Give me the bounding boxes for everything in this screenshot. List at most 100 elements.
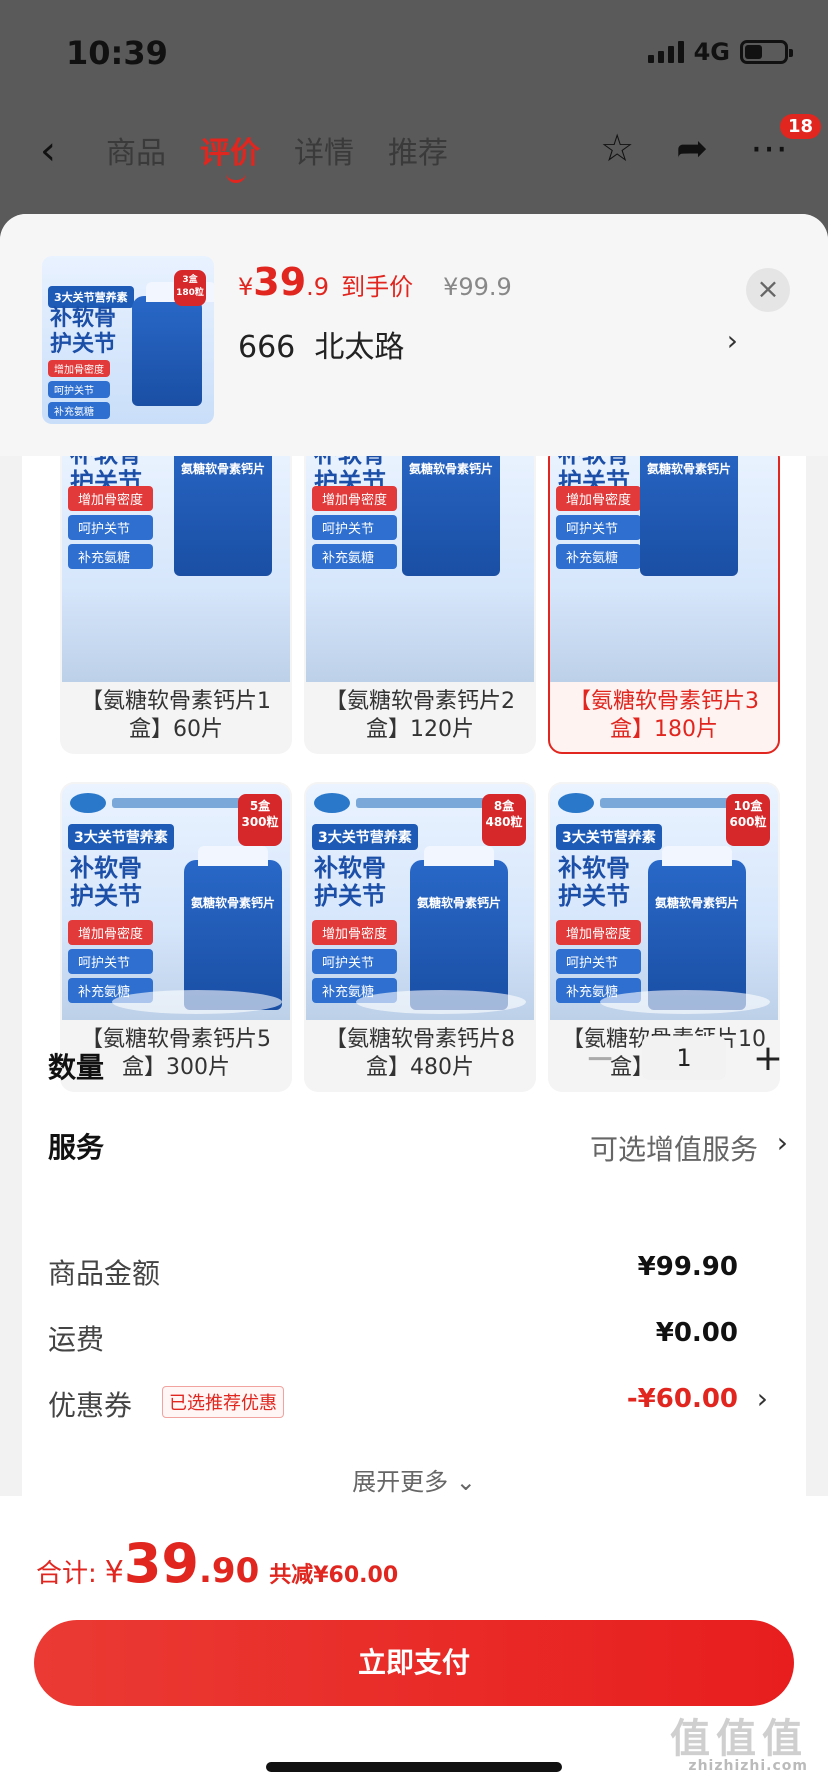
headline-text: 补软骨 护关节	[50, 306, 117, 357]
shipping-value: ¥0.00	[655, 1318, 738, 1348]
signal-icon	[647, 41, 684, 63]
total-integer: 39	[123, 1532, 200, 1595]
nutrient-tag: 3大关节营养素	[68, 824, 174, 850]
sku-image: 补软骨 护关节 增加骨密度 呵护关节 补充氨糖 氨糖软骨素钙片	[550, 446, 778, 682]
price-decimal: .9	[306, 273, 330, 301]
nav-actions: ☆ ➦ ⋯ 18	[600, 114, 822, 170]
service-value: 可选增值服务	[589, 1133, 758, 1166]
coupon-label: 优惠券	[48, 1389, 133, 1422]
nutrient-tag: 3大关节营养素	[556, 824, 662, 850]
nav-tabs: 商品 评价 详情 推荐	[106, 128, 448, 183]
tab-goods[interactable]: 商品	[106, 128, 166, 172]
order-summary: 商品金额 ¥99.90 运费 ¥0.00 优惠券 已选推荐优惠 -¥60.00 …	[22, 1224, 806, 1524]
pill: 呵护关节	[68, 515, 154, 540]
pill: 增加骨密度	[312, 920, 398, 945]
quantity-badge: 8盒 480粒	[482, 794, 526, 846]
status-indicators: 4G	[647, 38, 793, 66]
quantity-label: 数量	[48, 1051, 105, 1084]
sku-option[interactable]: 补软骨 护关节 增加骨密度 呵护关节 补充氨糖 氨糖软骨素钙片 【氨糖软骨素钙片1…	[60, 444, 292, 754]
quantity-stepper: − 1 +	[580, 1036, 788, 1080]
pill: 呵护关节	[68, 949, 154, 974]
increase-button[interactable]: +	[748, 1038, 788, 1079]
quantity-row: 数量 − 1 +	[48, 1036, 788, 1096]
sku-name: 【氨糖软骨素钙片1盒】60片	[81, 689, 271, 742]
total-price: 合计: ¥ 39 .90 共减¥60.00	[36, 1532, 398, 1595]
original-price: ¥99.9	[443, 273, 512, 301]
headline-text: 补软骨 护关节	[314, 854, 386, 910]
bottle-image: 氨糖软骨素钙片	[648, 846, 746, 1010]
notification-badge: 18	[780, 114, 822, 139]
total-decimal: .90	[199, 1551, 260, 1591]
quantity-input[interactable]: 1	[642, 1036, 726, 1080]
sku-image: 补软骨 护关节 增加骨密度 呵护关节 补充氨糖 氨糖软骨素钙片	[306, 446, 534, 682]
goods-amount-label: 商品金额	[48, 1257, 161, 1290]
pill: 增加骨密度	[48, 360, 110, 377]
tab-details[interactable]: 详情	[294, 128, 354, 172]
pill: 增加骨密度	[312, 486, 398, 511]
close-button[interactable]: ×	[746, 268, 790, 312]
sku-option-selected[interactable]: 补软骨 护关节 增加骨密度 呵护关节 补充氨糖 氨糖软骨素钙片 【氨糖软骨素钙片3…	[548, 444, 780, 754]
goods-amount-value: ¥99.90	[637, 1252, 738, 1282]
sku-image: 3大关节营养素 补软骨 护关节 增加骨密度 呵护关节 补充氨糖 氨糖软骨素钙片 8…	[306, 784, 534, 1020]
chevron-left-icon[interactable]: ‹	[40, 128, 56, 174]
sku-image: 3大关节营养素 补软骨 护关节 增加骨密度 呵护关节 补充氨糖 氨糖软骨素钙片 5…	[62, 784, 290, 1020]
total-saving: 共减¥60.00	[269, 1563, 399, 1588]
bottle-image: 氨糖软骨素钙片	[640, 446, 738, 576]
battery-icon	[740, 40, 793, 64]
pill: 呵护关节	[48, 381, 110, 398]
shipping-row: 运费 ¥0.00	[48, 1314, 768, 1358]
delivery-address[interactable]: 666 北太路	[238, 322, 404, 366]
share-icon[interactable]: ➦	[676, 126, 708, 170]
nutrient-tag: 3大关节营养素	[48, 286, 134, 308]
pill: 补充氨糖	[68, 544, 154, 569]
pill: 增加骨密度	[68, 920, 154, 945]
coupon-row[interactable]: 优惠券 已选推荐优惠 -¥60.00 ›	[48, 1380, 768, 1424]
tab-reviews[interactable]: 评价	[200, 128, 260, 183]
total-label: 合计:	[36, 1559, 97, 1589]
quantity-badge: 10盒 600粒	[726, 794, 770, 846]
total-currency: ¥	[104, 1555, 124, 1590]
price-label: 到手价	[341, 273, 414, 301]
status-bar: 10:39 4G	[0, 0, 828, 100]
chevron-right-icon: ›	[756, 1382, 768, 1415]
pill: 呵护关节	[312, 515, 398, 540]
decrease-button[interactable]: −	[580, 1038, 620, 1079]
quantity-badge: 5盒 300粒	[238, 794, 282, 846]
goods-amount-row: 商品金额 ¥99.90	[48, 1248, 768, 1292]
more-icon[interactable]: ⋯ 18	[750, 114, 822, 170]
bottle-image: 氨糖软骨素钙片	[402, 446, 500, 576]
pill: 增加骨密度	[556, 920, 642, 945]
service-label: 服务	[48, 1131, 105, 1164]
sku-name: 【氨糖软骨素钙片2盒】120片	[325, 689, 515, 742]
bottle-image: 氨糖软骨素钙片	[184, 846, 282, 1010]
star-icon[interactable]: ☆	[600, 126, 634, 170]
pill: 呵护关节	[312, 949, 398, 974]
status-time: 10:39	[66, 34, 168, 72]
sheet-header: 3大关节营养素 补软骨 护关节 增加骨密度 呵护关节 补充氨糖 3盒 180粒 …	[0, 214, 828, 456]
top-nav: ‹ 商品 评价 详情 推荐 ☆ ➦ ⋯ 18	[0, 110, 828, 190]
pill: 增加骨密度	[68, 486, 154, 511]
nutrient-tag: 3大关节营养素	[312, 824, 418, 850]
pill: 呵护关节	[556, 949, 642, 974]
pill: 补充氨糖	[312, 544, 398, 569]
pill: 呵护关节	[556, 515, 642, 540]
sku-option[interactable]: 补软骨 护关节 增加骨密度 呵护关节 补充氨糖 氨糖软骨素钙片 【氨糖软骨素钙片2…	[304, 444, 536, 754]
price-integer: 39	[253, 260, 307, 304]
pay-now-button[interactable]: 立即支付	[34, 1620, 794, 1706]
pill: 补充氨糖	[556, 544, 642, 569]
sku-grid: 补软骨 护关节 增加骨密度 呵护关节 补充氨糖 氨糖软骨素钙片 【氨糖软骨素钙片1…	[60, 444, 780, 1092]
coupon-value: -¥60.00	[626, 1384, 738, 1414]
expand-more-button[interactable]: 展开更多 ⌄	[22, 1462, 806, 1497]
pill: 增加骨密度	[556, 486, 642, 511]
shipping-label: 运费	[48, 1323, 105, 1356]
chevron-right-icon[interactable]: ›	[727, 324, 738, 357]
network-type: 4G	[693, 38, 730, 66]
bottle-image: 氨糖软骨素钙片	[410, 846, 508, 1010]
price-currency: ¥	[238, 273, 254, 301]
headline-text: 补软骨 护关节	[558, 854, 630, 910]
tab-recommend[interactable]: 推荐	[388, 128, 448, 172]
service-row[interactable]: 服务 可选增值服务 ›	[48, 1116, 788, 1176]
chevron-right-icon: ›	[776, 1126, 788, 1159]
checkout-footer: 合计: ¥ 39 .90 共减¥60.00 立即支付 值值值 zhizhizhi.…	[0, 1496, 828, 1792]
sku-image: 3大关节营养素 补软骨 护关节 增加骨密度 呵护关节 补充氨糖 氨糖软骨素钙片 1…	[550, 784, 778, 1020]
